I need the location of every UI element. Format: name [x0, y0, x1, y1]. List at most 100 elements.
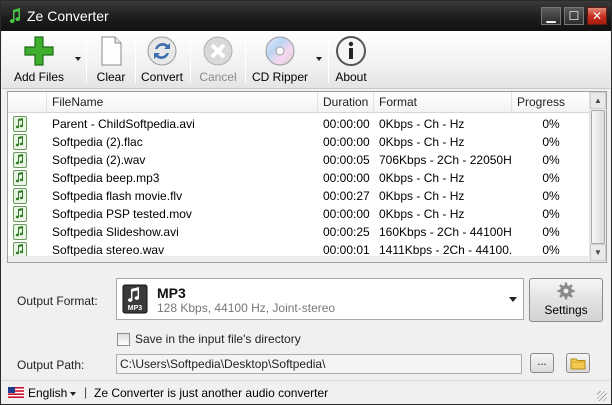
cd-ripper-label: CD Ripper	[251, 70, 308, 84]
table-row[interactable]: Softpedia flash movie.flv 00:00:27 0Kbps -…	[8, 187, 590, 205]
blank-document-icon	[101, 36, 122, 66]
horizontal-scrollbar[interactable]	[8, 256, 590, 262]
status-separator: |	[84, 385, 88, 399]
cell-progress: 0%	[542, 117, 560, 131]
output-path-label: Output Path:	[17, 358, 85, 372]
table-row[interactable]: Softpedia beep.mp3 00:00:00 0Kbps - Ch - H…	[8, 169, 590, 187]
scroll-up-icon[interactable]: ▲	[590, 92, 606, 109]
audio-file-icon	[13, 170, 27, 186]
table-row[interactable]: Softpedia (2).wav 00:00:05 706Kbps - 2Ch -…	[8, 151, 590, 169]
file-list[interactable]: FileName Duration Format Progress Parent…	[7, 91, 607, 263]
settings-button[interactable]: Settings	[529, 278, 603, 322]
table-row[interactable]: Softpedia PSP tested.mov 00:00:00 0Kbps - …	[8, 205, 590, 223]
table-row[interactable]: Softpedia (2).flac 00:00:00 0Kbps - Ch - H…	[8, 133, 590, 151]
cell-format: 0Kbps - Ch - Hz	[379, 207, 465, 221]
cell-progress: 0%	[542, 153, 560, 167]
cell-progress: 0%	[542, 207, 560, 221]
convert-label: Convert	[140, 70, 184, 84]
vertical-scrollbar[interactable]: ▲ ▼	[589, 92, 606, 262]
us-flag-icon	[8, 387, 24, 398]
convert-button[interactable]: Convert	[139, 35, 185, 87]
cell-duration: 00:00:00	[323, 171, 370, 185]
settings-label: Settings	[544, 303, 588, 317]
mp3-file-icon: MP3	[122, 284, 148, 314]
cell-filename: Softpedia (2).flac	[52, 135, 143, 149]
cancel-button[interactable]: Cancel	[196, 35, 240, 87]
status-message: Ze Converter is just another audio conve…	[94, 386, 329, 400]
app-window: Ze Converter ▁ ☐ ✕ Add Files Clear Conve…	[0, 0, 612, 405]
column-format[interactable]: Format	[374, 92, 512, 113]
cell-filename: Softpedia beep.mp3	[52, 171, 160, 185]
column-progress[interactable]: Progress	[512, 92, 590, 113]
audio-file-icon	[13, 134, 27, 150]
cancel-label: Cancel	[199, 70, 237, 84]
cell-format: 706Kbps - 2Ch - 22050Hz	[379, 153, 512, 167]
cell-filename: Softpedia (2).wav	[52, 153, 146, 167]
output-format-label: Output Format:	[17, 294, 98, 308]
svg-text:MP3: MP3	[128, 305, 143, 312]
toolbar-separator	[190, 39, 191, 83]
cell-format: 0Kbps - Ch - Hz	[379, 189, 465, 203]
cell-duration: 00:00:05	[323, 153, 370, 167]
add-files-button[interactable]: Add Files	[10, 35, 68, 87]
gear-icon	[557, 282, 575, 300]
title-bar: Ze Converter ▁ ☐ ✕	[1, 1, 611, 31]
add-files-dropdown-icon[interactable]	[75, 57, 81, 61]
cell-format: 0Kbps - Ch - Hz	[379, 117, 465, 131]
audio-file-icon	[13, 116, 27, 132]
cd-ripper-dropdown-icon[interactable]	[316, 57, 322, 61]
scroll-down-icon[interactable]: ▼	[590, 244, 606, 261]
open-folder-button[interactable]	[566, 353, 590, 373]
about-label: About	[335, 70, 367, 84]
audio-file-icon	[13, 206, 27, 222]
cell-duration: 00:00:00	[323, 207, 370, 221]
folder-icon	[570, 358, 586, 370]
output-format-dropdown[interactable]: MP3 MP3 128 Kbps, 44100 Hz, Joint-stereo	[116, 278, 524, 320]
language-dropdown-icon[interactable]	[70, 392, 76, 396]
file-list-header: FileName Duration Format Progress	[8, 92, 590, 113]
cell-duration: 00:00:00	[323, 135, 370, 149]
window-title: Ze Converter	[27, 8, 109, 24]
cell-filename: Softpedia PSP tested.mov	[52, 207, 192, 221]
clear-label: Clear	[96, 70, 126, 84]
resize-grip-icon[interactable]	[597, 391, 607, 401]
output-format-detail: 128 Kbps, 44100 Hz, Joint-stereo	[157, 301, 336, 315]
output-format-name: MP3	[157, 285, 186, 301]
cell-format: 0Kbps - Ch - Hz	[379, 171, 465, 185]
column-icon[interactable]	[8, 92, 47, 113]
chevron-down-icon[interactable]	[509, 297, 517, 302]
cell-format: 0Kbps - Ch - Hz	[379, 135, 465, 149]
column-duration[interactable]: Duration	[318, 92, 374, 113]
toolbar: Add Files Clear Convert Cancel CD Ripper…	[2, 31, 610, 89]
table-row[interactable]: Softpedia Slideshow.avi 00:00:25 160Kbps -…	[8, 223, 590, 241]
save-in-input-dir-checkbox[interactable]	[117, 333, 130, 346]
status-bar: English | Ze Converter is just another a…	[2, 380, 610, 404]
cd-disc-icon	[265, 36, 295, 66]
cell-duration: 00:00:25	[323, 225, 370, 239]
toolbar-separator	[135, 39, 136, 83]
cell-duration: 00:00:27	[323, 189, 370, 203]
language-selector[interactable]: English	[28, 386, 67, 400]
column-filename[interactable]: FileName	[47, 92, 318, 113]
save-in-input-dir-label[interactable]: Save in the input file's directory	[135, 332, 301, 346]
cd-ripper-button[interactable]: CD Ripper	[250, 35, 310, 87]
minimize-button[interactable]: ▁	[541, 7, 561, 25]
close-button[interactable]: ✕	[587, 7, 607, 25]
plus-icon	[24, 36, 54, 66]
toolbar-separator	[245, 39, 246, 83]
cell-filename: Parent - ChildSoftpedia.avi	[52, 117, 195, 131]
maximize-button[interactable]: ☐	[564, 7, 584, 25]
about-button[interactable]: About	[332, 35, 370, 87]
output-path-field[interactable]	[116, 354, 522, 374]
cell-progress: 0%	[542, 225, 560, 239]
audio-file-icon	[13, 188, 27, 204]
info-icon	[336, 36, 366, 66]
table-row[interactable]: Parent - ChildSoftpedia.avi 00:00:00 0Kbps…	[8, 115, 590, 133]
convert-arrows-icon	[147, 36, 177, 66]
audio-file-icon	[13, 224, 27, 240]
clear-button[interactable]: Clear	[92, 35, 130, 87]
scroll-thumb[interactable]	[591, 110, 605, 244]
cell-progress: 0%	[542, 171, 560, 185]
toolbar-separator	[328, 39, 329, 83]
browse-button[interactable]: ...	[530, 353, 554, 373]
